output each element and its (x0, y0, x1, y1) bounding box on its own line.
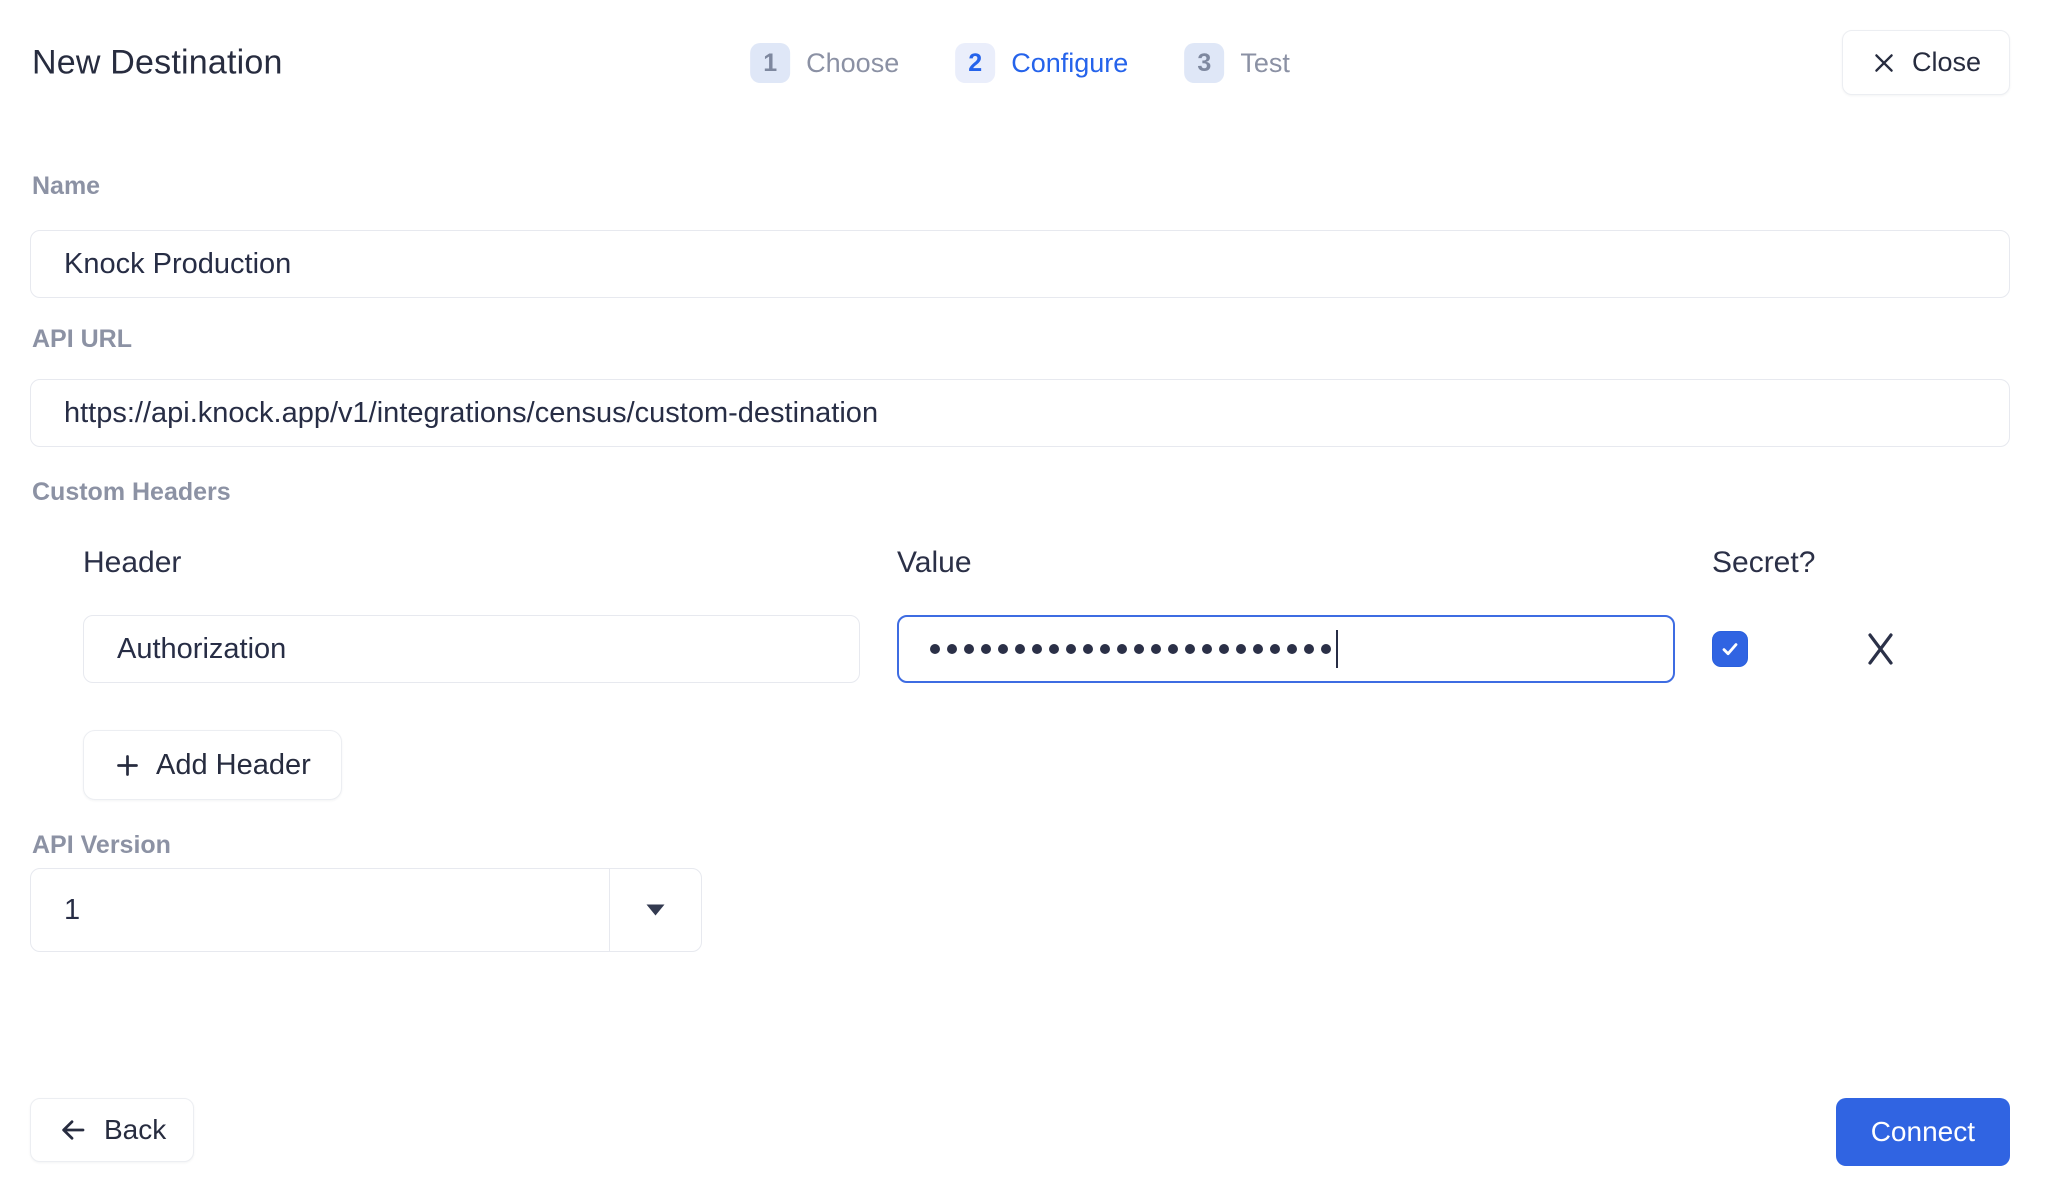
name-input[interactable] (30, 230, 2010, 298)
select-arrow-zone[interactable] (609, 869, 701, 951)
api-version-select[interactable]: 1 (30, 868, 702, 952)
step-choose[interactable]: 1 Choose (750, 43, 899, 83)
step-number-badge: 1 (750, 43, 790, 83)
close-icon (1871, 50, 1897, 76)
add-header-label: Add Header (156, 749, 311, 782)
x-icon (1864, 631, 1897, 667)
api-version-value: 1 (64, 894, 80, 927)
custom-headers-column-labels: Header Value Secret? (83, 546, 2010, 580)
add-header-button[interactable]: Add Header (83, 730, 342, 800)
name-label: Name (32, 172, 100, 201)
api-version-label: API Version (32, 831, 171, 860)
back-button-label: Back (104, 1114, 166, 1146)
custom-header-row (83, 614, 2010, 684)
masked-value (930, 644, 1331, 654)
api-url-label: API URL (32, 325, 132, 354)
checkmark-icon (1718, 637, 1742, 661)
step-label: Choose (806, 48, 899, 79)
step-label: Configure (1011, 48, 1128, 79)
plus-icon (114, 752, 141, 779)
close-button[interactable]: Close (1842, 30, 2010, 95)
header-name-input[interactable] (83, 615, 860, 683)
step-test[interactable]: 3 Test (1184, 43, 1290, 83)
back-button[interactable]: Back (30, 1098, 194, 1162)
new-destination-dialog: New Destination 1 Choose 2 Configure 3 T… (0, 0, 2048, 1190)
custom-headers-label: Custom Headers (32, 478, 231, 507)
arrow-left-icon (58, 1115, 88, 1145)
header-value-input[interactable] (897, 615, 1675, 683)
chevron-down-icon (644, 902, 667, 918)
close-button-label: Close (1912, 47, 1981, 78)
step-label: Test (1240, 48, 1290, 79)
connect-button[interactable]: Connect (1836, 1098, 2010, 1166)
api-url-input[interactable] (30, 379, 2010, 447)
dialog-header: New Destination 1 Choose 2 Configure 3 T… (30, 30, 2010, 96)
text-caret (1336, 630, 1338, 668)
column-label-value: Value (897, 546, 1675, 580)
page-title: New Destination (32, 44, 283, 83)
column-label-secret: Secret? (1712, 546, 2010, 580)
secret-checkbox[interactable] (1712, 631, 1748, 667)
dialog-footer: Back Connect (30, 1098, 2010, 1166)
step-number-badge: 3 (1184, 43, 1224, 83)
stepper: 1 Choose 2 Configure 3 Test (750, 43, 1290, 83)
step-number-badge: 2 (955, 43, 995, 83)
remove-header-button[interactable] (1864, 631, 1897, 667)
secret-cell (1712, 631, 2010, 667)
step-configure[interactable]: 2 Configure (955, 43, 1128, 83)
column-label-header: Header (83, 546, 860, 580)
